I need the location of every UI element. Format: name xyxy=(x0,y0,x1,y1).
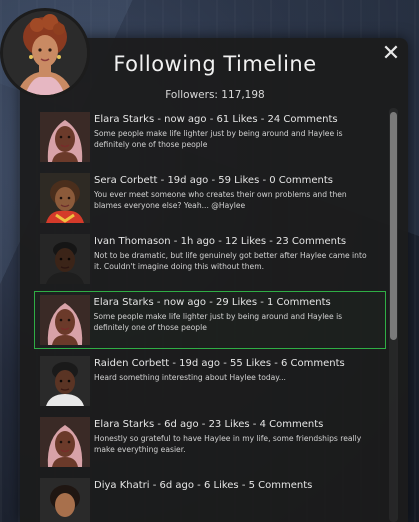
timeline-post[interactable]: Raiden Corbett - 19d ago - 55 Likes - 6 … xyxy=(34,352,386,410)
post-header: Raiden Corbett - 19d ago - 55 Likes - 6 … xyxy=(94,358,345,369)
post-text: Heard something interesting about Haylee… xyxy=(94,373,286,382)
elara-avatar-icon xyxy=(40,417,90,467)
post-text: Some people make life lighter just by be… xyxy=(93,311,343,332)
post-avatar[interactable] xyxy=(40,478,90,522)
scrollbar[interactable] xyxy=(389,108,398,522)
post-avatar[interactable] xyxy=(40,417,90,467)
timeline-post[interactable]: Elara Starks - 6d ago - 23 Likes - 4 Com… xyxy=(34,413,386,471)
followers-count: Followers: 117,198 xyxy=(165,89,265,101)
post-header: Ivan Thomason - 1h ago - 12 Likes - 23 C… xyxy=(94,236,347,247)
timeline-post[interactable]: Ivan Thomason - 1h ago - 12 Likes - 23 C… xyxy=(34,230,386,288)
profile-avatar[interactable] xyxy=(0,8,90,98)
post-text: Honestly so grateful to have Haylee in m… xyxy=(94,434,362,454)
post-header: Sera Corbett - 19d ago - 59 Likes - 0 Co… xyxy=(94,175,334,186)
post-avatar[interactable] xyxy=(40,112,90,162)
close-button[interactable]: ✕ xyxy=(381,43,401,65)
post-header: Elara Starks - 6d ago - 23 Likes - 4 Com… xyxy=(94,419,324,430)
timeline-post[interactable]: Diya Khatri - 6d ago - 6 Likes - 5 Comme… xyxy=(34,474,386,522)
page-title: Following Timeline xyxy=(113,52,317,76)
post-header: Elara Starks - now ago - 29 Likes - 1 Co… xyxy=(93,296,331,308)
sera-avatar-icon xyxy=(40,173,90,223)
elara-avatar-icon xyxy=(39,294,90,345)
post-text: You ever meet someone who creates their … xyxy=(94,190,347,210)
scrollbar-thumb[interactable] xyxy=(390,112,397,340)
timeline-post-selected[interactable]: Elara Starks - now ago - 29 Likes - 1 Co… xyxy=(34,291,386,349)
post-avatar[interactable] xyxy=(40,356,90,406)
raiden-avatar-icon xyxy=(40,356,90,406)
post-avatar[interactable] xyxy=(40,173,90,223)
post-text: Not to be dramatic, but life genuinely g… xyxy=(94,251,367,271)
timeline-post[interactable]: Sera Corbett - 19d ago - 59 Likes - 0 Co… xyxy=(34,169,386,227)
post-text: Some people make life lighter just by be… xyxy=(94,129,343,149)
post-avatar[interactable] xyxy=(40,234,90,284)
ivan-avatar-icon xyxy=(40,234,90,284)
elara-avatar-icon xyxy=(40,112,90,162)
timeline-post[interactable]: Elara Starks - now ago - 61 Likes - 24 C… xyxy=(34,108,386,166)
profile-portrait-icon xyxy=(3,11,87,95)
diya-avatar-icon xyxy=(40,478,90,522)
timeline-feed[interactable]: Elara Starks - now ago - 61 Likes - 24 C… xyxy=(34,108,386,522)
post-avatar[interactable] xyxy=(39,294,90,345)
post-header: Diya Khatri - 6d ago - 6 Likes - 5 Comme… xyxy=(94,480,313,491)
post-header: Elara Starks - now ago - 61 Likes - 24 C… xyxy=(94,114,338,125)
